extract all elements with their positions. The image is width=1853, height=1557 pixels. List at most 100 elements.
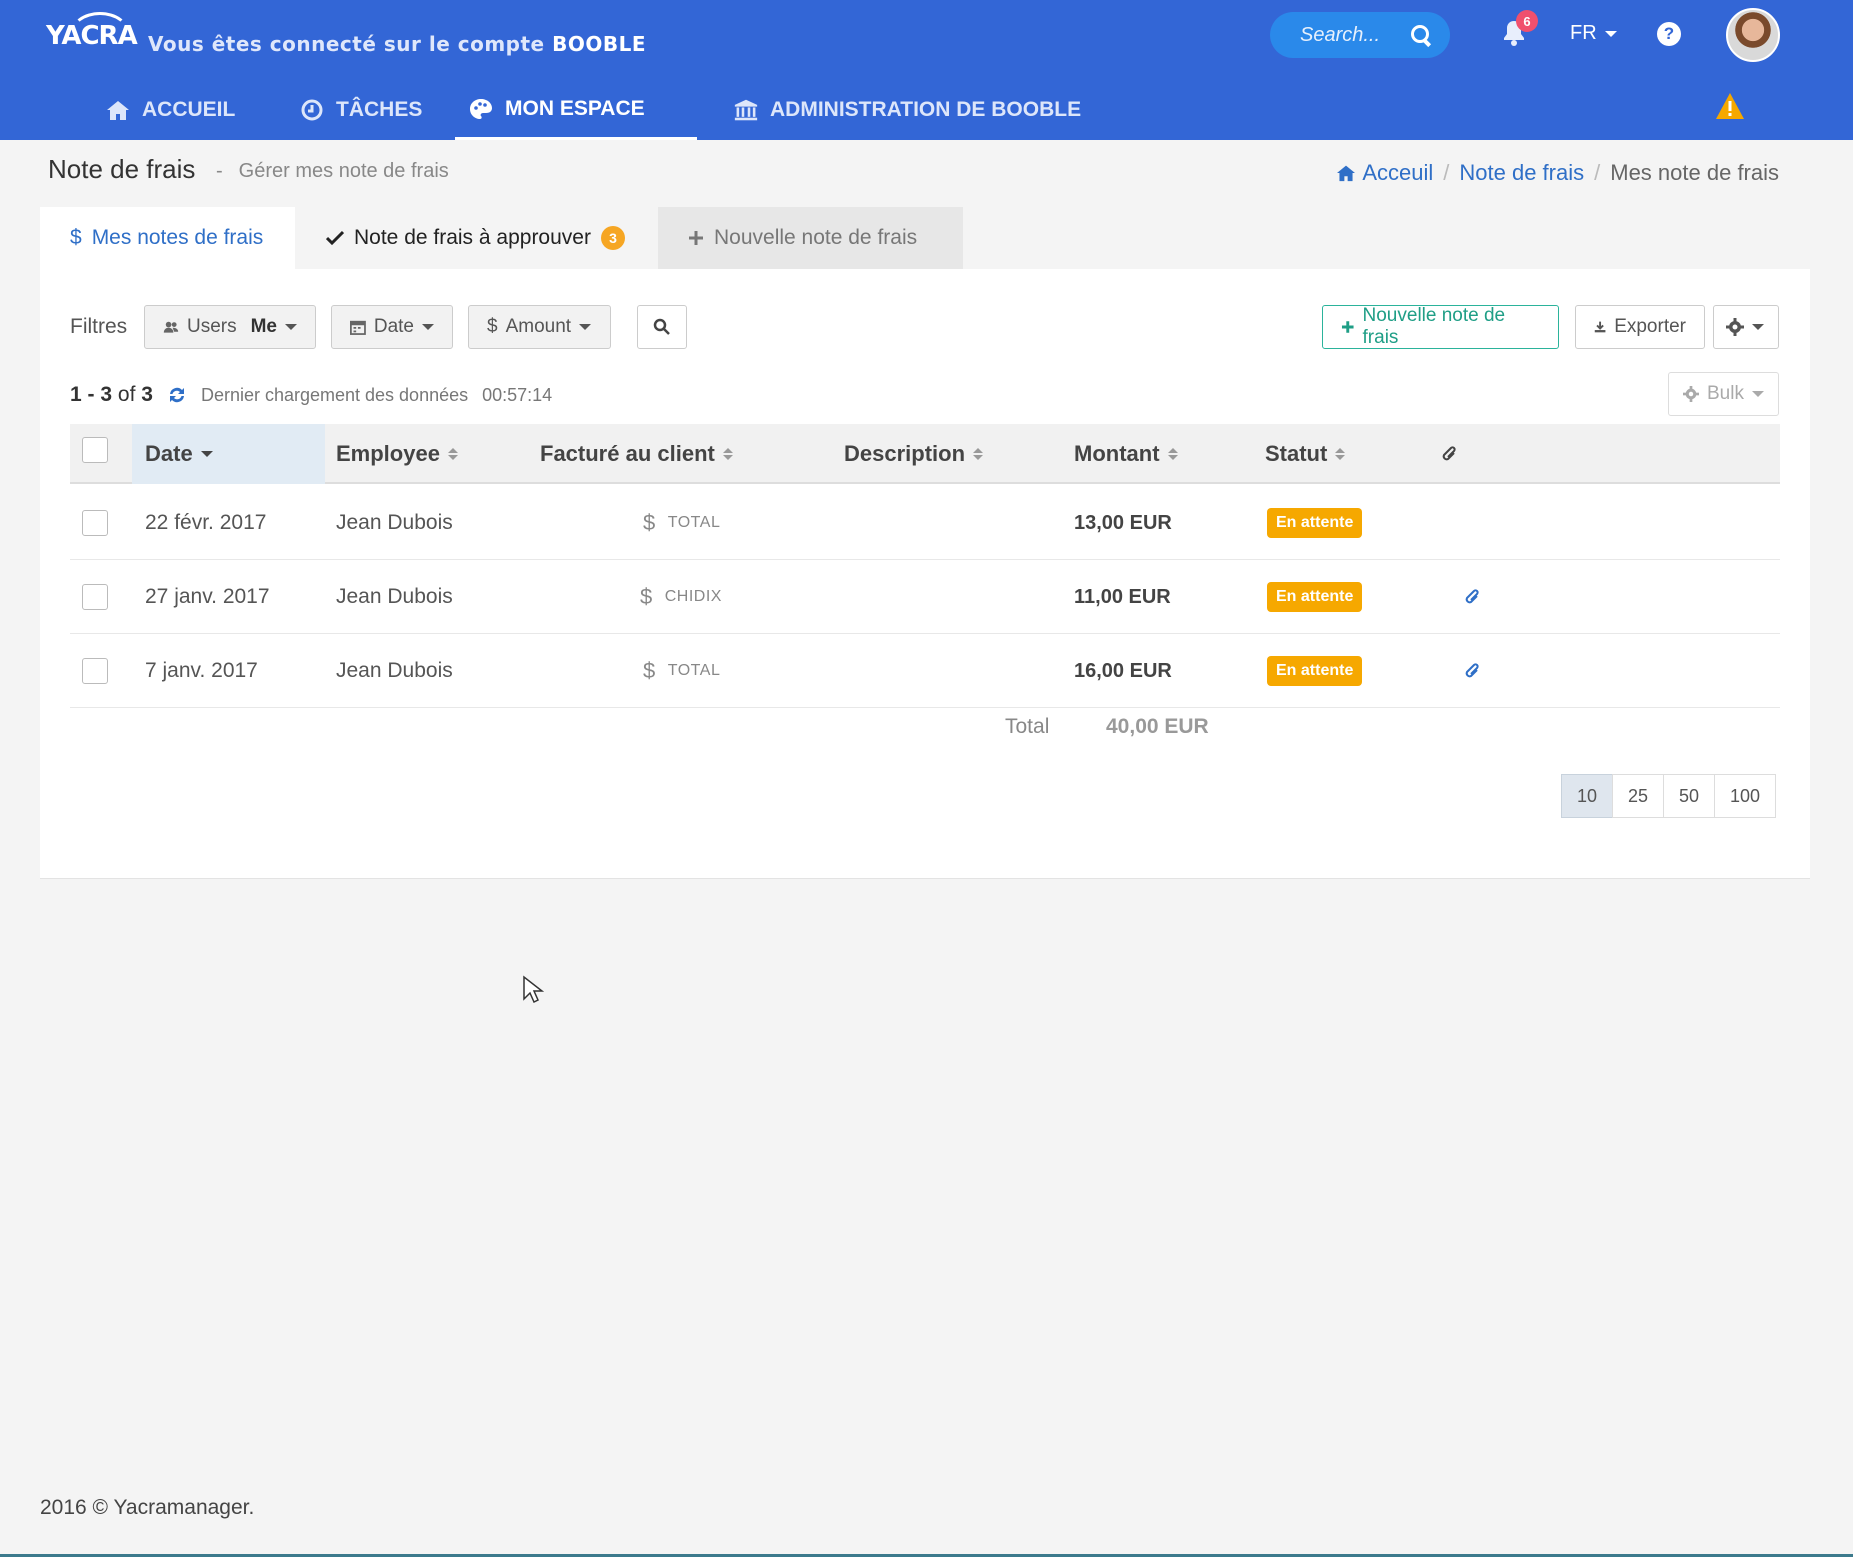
last-load-label: Dernier chargement des données: [200, 384, 469, 405]
notification-count-badge: 6: [1516, 10, 1538, 32]
sort-icon: [447, 448, 458, 460]
total-label: Total: [1005, 715, 1050, 738]
column-header-employee[interactable]: Employee: [336, 424, 458, 484]
total-row: Total 40,00 EUR: [70, 703, 1780, 753]
home-icon: [1337, 165, 1356, 182]
row-employee: Jean Dubois: [336, 511, 453, 534]
palette-icon: [469, 97, 493, 121]
paperclip-icon[interactable]: [1463, 560, 1481, 634]
dollar-icon: $: [487, 316, 498, 337]
page-size-option[interactable]: 50: [1663, 774, 1715, 818]
table-row[interactable]: 22 févr. 2017 Jean Dubois $ TOTAL 13,00 E…: [70, 486, 1780, 560]
chevron-down-icon: [579, 324, 592, 330]
row-amount: 11,00 EUR: [1074, 585, 1171, 608]
main-nav: ACCUEIL TÂCHES MON ESPACE ADMINISTRATION…: [0, 80, 1853, 140]
page-size-option[interactable]: 10: [1561, 774, 1613, 818]
status-badge: En attente: [1267, 656, 1363, 686]
tab-a-approuver[interactable]: Note de frais à approuver 3: [296, 207, 658, 269]
logo[interactable]: YACRA: [46, 12, 138, 60]
chevron-down-icon: [422, 324, 434, 330]
last-load-time: 00:57:14: [482, 384, 553, 405]
export-button[interactable]: Exporter: [1575, 305, 1705, 349]
nav-label: TÂCHES: [336, 98, 423, 121]
breadcrumb-separator: /: [1594, 160, 1601, 185]
account-info: Vous êtes connecté sur le compte BOOBLE: [148, 32, 646, 56]
gear-icon: [1726, 318, 1744, 336]
chevron-down-icon: [1604, 30, 1617, 37]
chevron-down-icon: [1752, 324, 1764, 330]
dollar-icon: $: [643, 510, 656, 535]
column-header-amount[interactable]: Montant: [1074, 424, 1178, 484]
breadcrumb-home[interactable]: Acceuil: [1336, 160, 1433, 186]
warning-icon[interactable]: [1715, 92, 1745, 125]
plus-icon: [1341, 321, 1354, 333]
page-title: Note de frais: [48, 154, 196, 184]
tab-label: Mes notes de frais: [91, 226, 264, 249]
filter-users-button[interactable]: Users Me: [144, 305, 316, 349]
search-placeholder: Search...: [1300, 23, 1381, 46]
home-icon: [106, 98, 130, 122]
sort-desc-icon: [200, 451, 213, 457]
paperclip-icon[interactable]: [1463, 634, 1481, 708]
sort-icon: [1335, 448, 1346, 460]
new-expense-button[interactable]: Nouvelle note de frais: [1322, 305, 1559, 349]
chevron-down-icon: [1751, 391, 1764, 397]
filter-search-button[interactable]: [637, 305, 687, 349]
help-icon[interactable]: ?: [1657, 22, 1681, 46]
language-dropdown[interactable]: FR: [1570, 22, 1617, 45]
avatar[interactable]: [1726, 8, 1780, 62]
gear-icon: [1683, 386, 1699, 402]
search-icon: [653, 318, 670, 335]
chevron-down-icon: [285, 324, 297, 330]
select-all-checkbox[interactable]: [82, 437, 108, 463]
filter-date-button[interactable]: Date: [331, 305, 453, 349]
column-header-date[interactable]: Date: [132, 424, 325, 484]
check-icon: [326, 230, 344, 246]
refresh-icon[interactable]: [167, 385, 187, 405]
row-checkbox[interactable]: [82, 658, 108, 684]
table-row[interactable]: 27 janv. 2017 Jean Dubois $ CHIDIX 11,00 …: [70, 560, 1780, 634]
column-header-description[interactable]: Description: [844, 424, 984, 484]
search-box[interactable]: Search...: [1270, 12, 1450, 58]
settings-dropdown[interactable]: [1713, 305, 1779, 349]
row-checkbox[interactable]: [82, 584, 108, 610]
tab-nouvelle-note[interactable]: Nouvelle note de frais: [658, 207, 963, 269]
expense-panel: Filtres Users Me Date $ Amount Nouvelle …: [40, 269, 1810, 879]
nav-item-accueil[interactable]: ACCUEIL: [92, 80, 249, 140]
row-amount: 13,00 EUR: [1074, 511, 1172, 534]
table-row[interactable]: 7 janv. 2017 Jean Dubois $ TOTAL 16,00 EU…: [70, 634, 1780, 708]
page-size-option[interactable]: 100: [1714, 774, 1776, 818]
sort-icon: [1167, 448, 1178, 460]
row-date: 22 févr. 2017: [145, 511, 267, 534]
nav-item-mon-espace[interactable]: MON ESPACE: [455, 80, 697, 140]
bulk-actions-button[interactable]: Bulk: [1668, 372, 1779, 416]
paperclip-icon: [1442, 446, 1456, 461]
clock-icon: [300, 98, 324, 122]
calendar-icon: [350, 320, 366, 335]
nav-item-taches[interactable]: TÂCHES: [286, 80, 436, 140]
tab-mes-notes[interactable]: $ Mes notes de frais: [40, 207, 295, 269]
status-badge: En attente: [1267, 508, 1363, 538]
breadcrumb-separator: /: [1443, 160, 1450, 185]
status-badge: En attente: [1267, 582, 1363, 612]
search-icon[interactable]: [1410, 24, 1432, 46]
row-amount: 16,00 EUR: [1074, 659, 1172, 682]
column-header-status[interactable]: Statut: [1265, 424, 1346, 484]
nav-item-administration[interactable]: ADMINISTRATION DE BOOBLE: [720, 80, 1095, 140]
nav-label: ACCUEIL: [142, 98, 236, 121]
column-header-attachment: [1440, 424, 1458, 484]
dollar-icon: $: [643, 658, 656, 683]
filter-amount-button[interactable]: $ Amount: [468, 305, 611, 349]
result-count: 1 - 3 of 3 Dernier chargement des donnée…: [70, 383, 553, 406]
sort-icon: [722, 448, 733, 460]
page-size-option[interactable]: 25: [1612, 774, 1664, 818]
breadcrumb-note-de-frais[interactable]: Note de frais: [1459, 160, 1584, 186]
dollar-icon: $: [640, 584, 653, 609]
row-checkbox[interactable]: [82, 510, 108, 536]
row-employee: Jean Dubois: [336, 659, 453, 682]
approve-count-badge: 3: [600, 226, 625, 250]
breadcrumb-current: Mes note de frais: [1610, 160, 1779, 185]
filters-label: Filtres: [70, 315, 128, 338]
top-header: YACRA Vous êtes connecté sur le compte B…: [0, 0, 1853, 140]
column-header-client[interactable]: Facturé au client: [540, 424, 733, 484]
